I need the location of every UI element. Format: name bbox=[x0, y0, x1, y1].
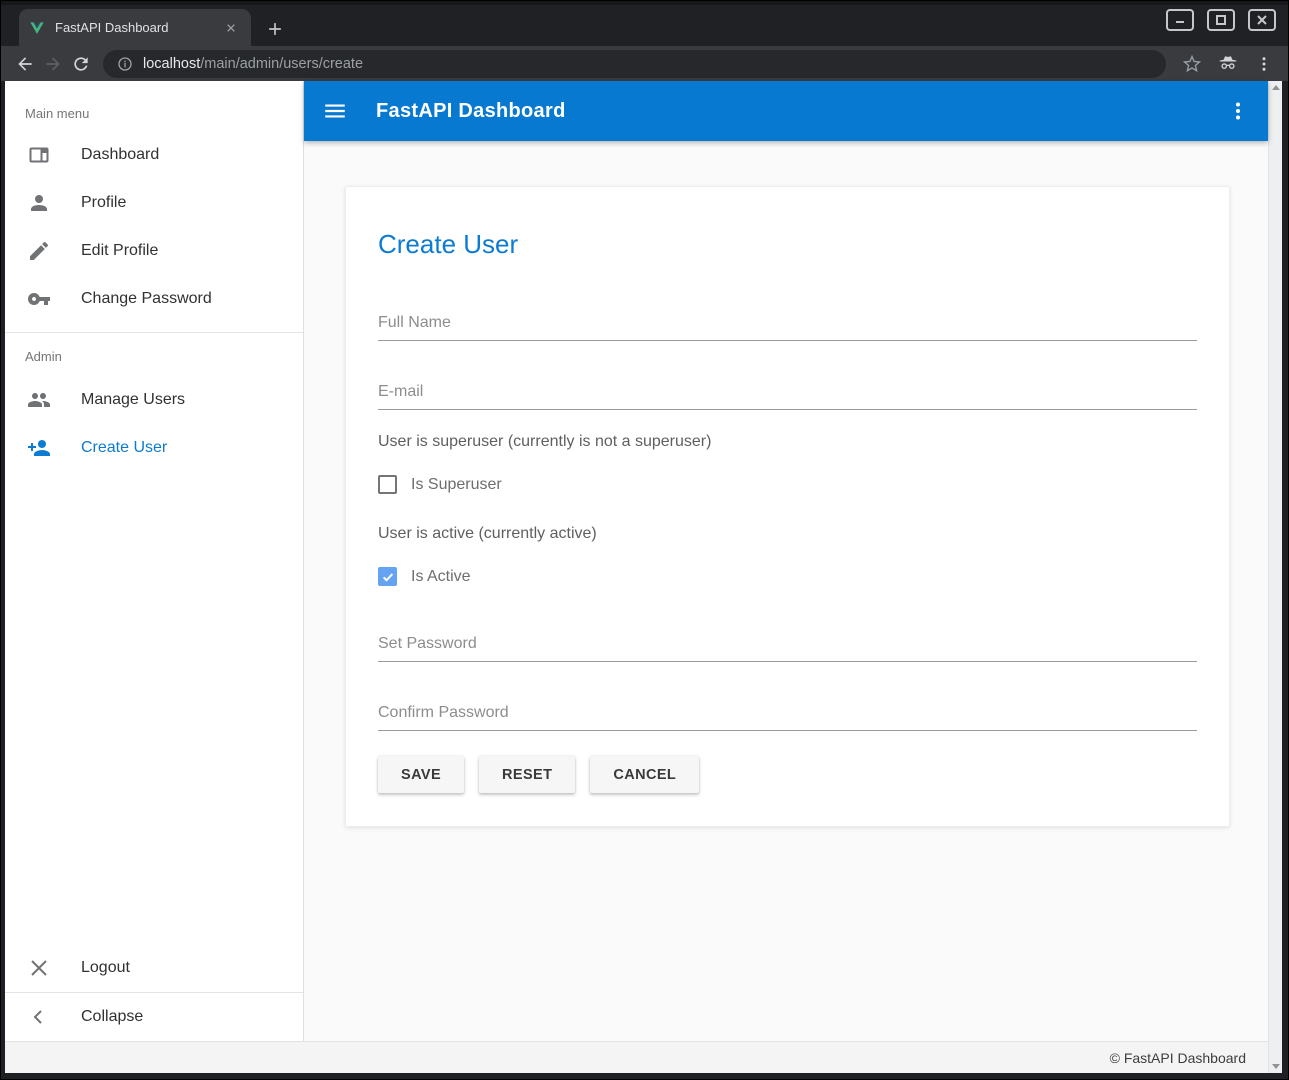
full-name-field-wrap bbox=[378, 314, 1197, 341]
sidebar-item-collapse[interactable]: Collapse bbox=[5, 993, 303, 1041]
window-maximize-button[interactable] bbox=[1207, 9, 1235, 31]
sidebar-item-create-user[interactable]: Create User bbox=[5, 424, 303, 472]
person-add-icon bbox=[27, 436, 51, 460]
appbar-title: FastAPI Dashboard bbox=[376, 100, 566, 123]
sidebar-item-label: Change Password bbox=[81, 290, 212, 308]
sidebar-item-label: Dashboard bbox=[81, 146, 159, 164]
back-arrow-icon bbox=[15, 54, 35, 74]
kebab-menu-icon bbox=[1255, 55, 1273, 73]
url-host: localhost bbox=[143, 56, 200, 72]
chevron-left-icon bbox=[27, 1005, 51, 1029]
person-icon bbox=[27, 191, 51, 215]
create-user-card: Create User User is superuser (currently… bbox=[345, 186, 1230, 827]
url-text: localhost/main/admin/users/create bbox=[143, 56, 363, 72]
is-active-checkbox-row[interactable]: Is Active bbox=[378, 567, 1197, 586]
appbar-menu-button[interactable] bbox=[1226, 99, 1250, 123]
sidebar-item-edit-profile[interactable]: Edit Profile bbox=[5, 227, 303, 275]
main-area: FastAPI Dashboard Create User bbox=[304, 81, 1268, 1041]
key-icon bbox=[27, 287, 51, 311]
hamburger-icon bbox=[322, 98, 348, 124]
active-hint: User is active (currently active) bbox=[378, 524, 1197, 543]
app-bar: FastAPI Dashboard bbox=[304, 81, 1268, 141]
sidebar-item-logout[interactable]: Logout bbox=[5, 944, 303, 992]
is-superuser-checkbox[interactable] bbox=[378, 475, 397, 494]
set-password-input[interactable] bbox=[378, 635, 1197, 662]
browser-tab[interactable]: FastAPI Dashboard bbox=[19, 9, 251, 46]
forward-arrow-icon bbox=[43, 54, 63, 74]
confirm-password-field-wrap bbox=[378, 704, 1197, 731]
sidebar-item-change-password[interactable]: Change Password bbox=[5, 275, 303, 323]
tab-title: FastAPI Dashboard bbox=[55, 20, 221, 35]
sidebar-item-dashboard[interactable]: Dashboard bbox=[5, 131, 303, 179]
url-path: /main/admin/users/create bbox=[200, 56, 363, 72]
page-scrollbar[interactable] bbox=[1268, 81, 1282, 1073]
kebab-menu-icon bbox=[1226, 99, 1250, 123]
page-viewport: Main menu Dashboard bbox=[5, 81, 1282, 1073]
vue-favicon-icon bbox=[29, 20, 45, 36]
sidebar-section-main-menu: Main menu bbox=[5, 81, 303, 131]
dashboard-icon bbox=[27, 143, 51, 167]
is-active-checkbox[interactable] bbox=[378, 567, 397, 586]
browser-window: FastAPI Dashboard bbox=[0, 0, 1289, 1080]
minimize-icon bbox=[1174, 14, 1186, 26]
browser-titlebar: FastAPI Dashboard bbox=[1, 1, 1288, 46]
incognito-icon bbox=[1218, 54, 1238, 74]
window-minimize-button[interactable] bbox=[1166, 9, 1194, 31]
sidebar-item-label: Profile bbox=[81, 194, 126, 212]
reset-button[interactable]: RESET bbox=[479, 756, 575, 793]
sidebar-item-label: Create User bbox=[81, 439, 167, 457]
sidebar-item-label: Logout bbox=[81, 959, 130, 977]
browser-toolbar: localhost/main/admin/users/create bbox=[1, 46, 1288, 81]
star-icon bbox=[1183, 55, 1201, 73]
plus-icon bbox=[265, 19, 285, 39]
url-bar[interactable]: localhost/main/admin/users/create bbox=[103, 50, 1166, 78]
close-icon bbox=[1256, 14, 1268, 26]
reload-icon bbox=[71, 54, 91, 74]
new-tab-button[interactable] bbox=[263, 17, 287, 41]
window-close-button[interactable] bbox=[1248, 9, 1276, 31]
sidebar-item-label: Edit Profile bbox=[81, 242, 158, 260]
sidebar-item-label: Collapse bbox=[81, 1008, 143, 1026]
set-password-field-wrap bbox=[378, 635, 1197, 662]
confirm-password-input[interactable] bbox=[378, 704, 1197, 731]
pencil-icon bbox=[27, 239, 51, 263]
browser-menu-button[interactable] bbox=[1250, 50, 1278, 78]
logout-x-icon bbox=[27, 956, 51, 980]
email-input[interactable] bbox=[378, 383, 1197, 410]
page-title: Create User bbox=[378, 229, 1197, 259]
check-icon bbox=[381, 570, 395, 584]
sidebar-item-profile[interactable]: Profile bbox=[5, 179, 303, 227]
sidebar-item-manage-users[interactable]: Manage Users bbox=[5, 376, 303, 424]
cancel-button[interactable]: CANCEL bbox=[590, 756, 699, 793]
sidebar: Main menu Dashboard bbox=[5, 81, 304, 1041]
checkbox-label: Is Active bbox=[411, 568, 471, 586]
is-superuser-checkbox-row[interactable]: Is Superuser bbox=[378, 475, 1197, 494]
sidebar-item-label: Manage Users bbox=[81, 391, 185, 409]
toolbar-right bbox=[1178, 50, 1278, 78]
scroll-up-arrow-icon[interactable] bbox=[1272, 85, 1280, 90]
superuser-hint: User is superuser (currently is not a su… bbox=[378, 432, 1197, 451]
site-info-icon[interactable] bbox=[117, 56, 133, 72]
full-name-input[interactable] bbox=[378, 314, 1197, 341]
page-content: Create User User is superuser (currently… bbox=[304, 141, 1268, 1041]
checkbox-label: Is Superuser bbox=[411, 476, 502, 494]
bookmark-button[interactable] bbox=[1178, 50, 1206, 78]
footer-copyright: © FastAPI Dashboard bbox=[1110, 1050, 1246, 1066]
scroll-down-arrow-icon[interactable] bbox=[1272, 1064, 1280, 1069]
hamburger-menu-button[interactable] bbox=[322, 98, 348, 124]
reload-button[interactable] bbox=[67, 50, 95, 78]
window-controls bbox=[1166, 9, 1276, 31]
incognito-badge bbox=[1214, 50, 1242, 78]
page-footer: © FastAPI Dashboard bbox=[5, 1041, 1268, 1073]
tab-close-icon[interactable] bbox=[221, 18, 241, 38]
save-button[interactable]: SAVE bbox=[378, 756, 464, 793]
forward-button[interactable] bbox=[39, 50, 67, 78]
back-button[interactable] bbox=[11, 50, 39, 78]
maximize-icon bbox=[1215, 14, 1227, 26]
sidebar-section-admin: Admin bbox=[5, 333, 303, 376]
people-icon bbox=[27, 388, 51, 412]
form-buttons: SAVE RESET CANCEL bbox=[378, 756, 1197, 793]
sidebar-spacer bbox=[5, 472, 303, 944]
email-field-wrap bbox=[378, 383, 1197, 410]
